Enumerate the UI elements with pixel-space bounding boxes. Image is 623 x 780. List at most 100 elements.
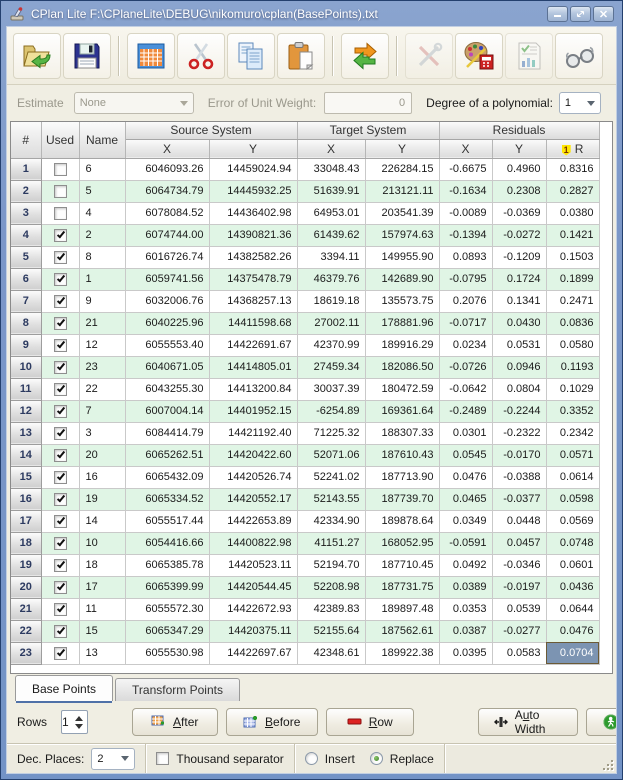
cell-target-x[interactable]: 64953.01 xyxy=(297,202,365,224)
cell-source-x[interactable]: 6065347.29 xyxy=(125,620,209,642)
cell-residual-r[interactable]: 0.0569 xyxy=(546,510,599,532)
cell-source-y[interactable]: 14422697.67 xyxy=(209,642,297,664)
cell-residual-r[interactable]: 0.0571 xyxy=(546,444,599,466)
cell-residual-x[interactable]: -0.2489 xyxy=(439,400,492,422)
cell-source-y[interactable]: 14422672.93 xyxy=(209,598,297,620)
cell-residual-y[interactable]: -0.0197 xyxy=(492,576,546,598)
cell-source-x[interactable]: 6054416.66 xyxy=(125,532,209,554)
row-header[interactable]: 23 xyxy=(11,642,41,664)
cell-target-x[interactable]: 51639.91 xyxy=(297,180,365,202)
used-cell[interactable] xyxy=(41,466,79,488)
cell-residual-x[interactable]: -0.1394 xyxy=(439,224,492,246)
cell-target-x[interactable]: 42334.90 xyxy=(297,510,365,532)
open-file-button[interactable] xyxy=(13,33,61,79)
cell-target-x[interactable]: 42389.83 xyxy=(297,598,365,620)
used-cell[interactable] xyxy=(41,642,79,664)
cell-target-y[interactable]: 226284.15 xyxy=(365,158,439,180)
cell-residual-r[interactable]: 0.0601 xyxy=(546,554,599,576)
cell-source-y[interactable]: 14459024.94 xyxy=(209,158,297,180)
col-header-target-y[interactable]: Y xyxy=(365,139,439,158)
cell-residual-r[interactable]: 0.0836 xyxy=(546,312,599,334)
save-button[interactable] xyxy=(63,33,111,79)
error-of-unit-weight-input[interactable]: 0 xyxy=(324,92,412,114)
group-header-source-system[interactable]: Source System xyxy=(125,122,297,139)
used-checkbox[interactable] xyxy=(54,251,67,264)
cell-residual-y[interactable]: 0.0804 xyxy=(492,378,546,400)
cell-name[interactable]: 19 xyxy=(79,488,125,510)
row-header[interactable]: 14 xyxy=(11,444,41,466)
cell-source-y[interactable]: 14375478.79 xyxy=(209,268,297,290)
cell-residual-x[interactable]: 0.0349 xyxy=(439,510,492,532)
group-header-residuals[interactable]: Residuals xyxy=(439,122,599,139)
used-cell[interactable] xyxy=(41,158,79,180)
cell-residual-x[interactable]: -0.0795 xyxy=(439,268,492,290)
cell-target-x[interactable]: 52241.02 xyxy=(297,466,365,488)
used-checkbox[interactable] xyxy=(54,559,67,572)
cell-source-y[interactable]: 14420526.74 xyxy=(209,466,297,488)
used-checkbox[interactable] xyxy=(54,515,67,528)
cell-name[interactable]: 3 xyxy=(79,422,125,444)
cell-name[interactable]: 15 xyxy=(79,620,125,642)
col-header-residual-y[interactable]: Y xyxy=(492,139,546,158)
used-checkbox[interactable] xyxy=(54,383,67,396)
cell-residual-x[interactable]: 0.0465 xyxy=(439,488,492,510)
cell-residual-x[interactable]: 0.0234 xyxy=(439,334,492,356)
cell-residual-r[interactable]: 0.1029 xyxy=(546,378,599,400)
cell-source-x[interactable]: 6055572.30 xyxy=(125,598,209,620)
table-button[interactable] xyxy=(127,33,175,79)
cell-name[interactable]: 10 xyxy=(79,532,125,554)
row-header[interactable]: 17 xyxy=(11,510,41,532)
delete-row-button[interactable]: Row xyxy=(326,708,414,736)
cell-residual-r[interactable]: 0.8316 xyxy=(546,158,599,180)
col-header-residual-r[interactable]: 1R xyxy=(546,139,599,158)
row-header[interactable]: 16 xyxy=(11,488,41,510)
cell-target-y[interactable]: 189916.29 xyxy=(365,334,439,356)
cell-target-y[interactable]: 187710.45 xyxy=(365,554,439,576)
used-cell[interactable] xyxy=(41,510,79,532)
cell-target-y[interactable]: 168052.95 xyxy=(365,532,439,554)
used-cell[interactable] xyxy=(41,334,79,356)
row-header[interactable]: 6 xyxy=(11,268,41,290)
used-cell[interactable] xyxy=(41,400,79,422)
cell-residual-x[interactable]: 0.0389 xyxy=(439,576,492,598)
used-checkbox[interactable] xyxy=(54,317,67,330)
cell-name[interactable]: 5 xyxy=(79,180,125,202)
cell-target-x[interactable]: 52071.06 xyxy=(297,444,365,466)
cell-residual-x[interactable]: 0.0395 xyxy=(439,642,492,664)
cell-residual-x[interactable]: 0.2076 xyxy=(439,290,492,312)
cell-target-x[interactable]: 27002.11 xyxy=(297,312,365,334)
cell-source-y[interactable]: 14420422.60 xyxy=(209,444,297,466)
cell-residual-x[interactable]: -0.6675 xyxy=(439,158,492,180)
cell-source-y[interactable]: 14436402.98 xyxy=(209,202,297,224)
cell-source-x[interactable]: 6055517.44 xyxy=(125,510,209,532)
cell-residual-x[interactable]: 0.0545 xyxy=(439,444,492,466)
cell-target-x[interactable]: 52194.70 xyxy=(297,554,365,576)
cell-residual-x[interactable]: -0.0642 xyxy=(439,378,492,400)
cell-residual-y[interactable]: -0.1209 xyxy=(492,246,546,268)
cell-source-x[interactable]: 6074744.00 xyxy=(125,224,209,246)
cell-residual-y[interactable]: -0.0170 xyxy=(492,444,546,466)
group-header-target-system[interactable]: Target System xyxy=(297,122,439,139)
cell-target-x[interactable]: 33048.43 xyxy=(297,158,365,180)
cell-residual-x[interactable]: 0.0387 xyxy=(439,620,492,642)
cell-residual-y[interactable]: 0.0583 xyxy=(492,642,546,664)
cell-target-y[interactable]: 187739.70 xyxy=(365,488,439,510)
used-checkbox[interactable] xyxy=(54,229,67,242)
used-checkbox[interactable] xyxy=(54,449,67,462)
cell-name[interactable]: 18 xyxy=(79,554,125,576)
cell-source-x[interactable]: 6055553.40 xyxy=(125,334,209,356)
cell-target-y[interactable]: 142689.90 xyxy=(365,268,439,290)
col-header-source-x[interactable]: X xyxy=(125,139,209,158)
row-header[interactable]: 19 xyxy=(11,554,41,576)
cell-source-y[interactable]: 14411598.68 xyxy=(209,312,297,334)
row-header[interactable]: 10 xyxy=(11,356,41,378)
cell-target-y[interactable]: 187731.75 xyxy=(365,576,439,598)
cell-source-y[interactable]: 14420523.11 xyxy=(209,554,297,576)
cell-target-x[interactable]: -6254.89 xyxy=(297,400,365,422)
used-cell[interactable] xyxy=(41,312,79,334)
cell-name[interactable]: 1 xyxy=(79,268,125,290)
cell-target-x[interactable]: 27459.34 xyxy=(297,356,365,378)
used-cell[interactable] xyxy=(41,378,79,400)
cell-target-x[interactable]: 61439.62 xyxy=(297,224,365,246)
cell-target-x[interactable]: 52155.64 xyxy=(297,620,365,642)
